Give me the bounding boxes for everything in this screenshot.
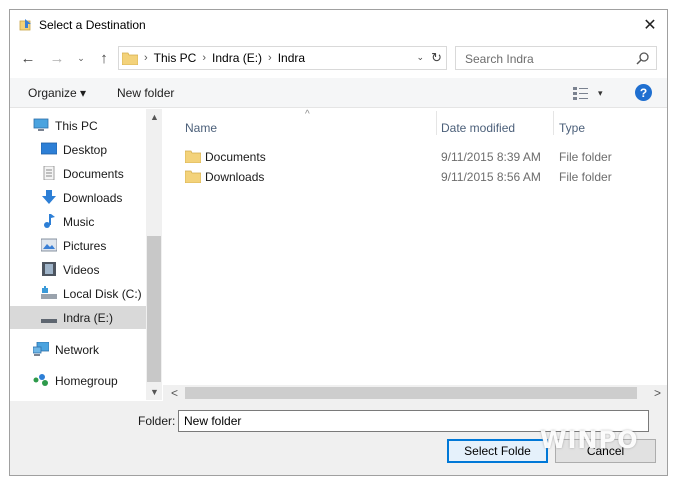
up-button[interactable]: ↑: [94, 45, 114, 71]
videos-icon: [42, 262, 56, 276]
nav-pane-scrollbar[interactable]: ▲ ▼: [146, 109, 162, 400]
recent-locations-button[interactable]: ⌄: [74, 45, 88, 71]
computer-icon: [33, 118, 49, 131]
breadcrumb-separator: ›: [268, 52, 272, 64]
scrollbar-thumb[interactable]: [147, 236, 161, 382]
nav-item-network[interactable]: Network: [10, 338, 146, 361]
file-list-horizontal-scrollbar[interactable]: < >: [163, 385, 667, 401]
file-row-documents[interactable]: Documents 9/11/2015 8:39 AM File folder: [163, 147, 667, 167]
view-options-icon[interactable]: [573, 86, 589, 100]
nav-item-local-disk[interactable]: Local Disk (C:): [10, 282, 146, 305]
drive-icon: [41, 319, 57, 323]
dialog-footer: Folder: Select Folde Cancel: [10, 401, 667, 475]
close-button[interactable]: ✕: [633, 10, 667, 40]
breadcrumb-indra-folder[interactable]: Indra: [278, 51, 305, 65]
nav-item-music[interactable]: Music: [10, 210, 146, 233]
forward-arrow-icon: →: [49, 49, 65, 67]
navigation-pane: This PC Desktop Documents Downloads Musi…: [10, 109, 162, 400]
file-name: Documents: [205, 150, 266, 164]
nav-item-indra-drive[interactable]: Indra (E:): [10, 306, 146, 329]
refresh-icon[interactable]: ↻: [431, 50, 442, 66]
nav-item-label: Videos: [63, 262, 100, 277]
folder-icon: [122, 52, 138, 65]
nav-item-label: Local Disk (C:): [63, 286, 142, 301]
folder-arrow-icon: [19, 19, 31, 31]
column-header-label: Type: [559, 121, 586, 135]
chevron-down-icon: ⌄: [77, 52, 85, 63]
desktop-icon: [41, 142, 57, 155]
breadcrumb-this-pc[interactable]: This PC: [154, 51, 197, 65]
column-header-date[interactable]: Date modified: [437, 109, 553, 137]
folder-icon: [185, 150, 201, 163]
downloads-icon: [42, 190, 56, 204]
cancel-button[interactable]: Cancel: [555, 439, 656, 463]
navigation-row: ← → ⌄ ↑ › This PC › Indra (E:) › Indra ⌄…: [10, 45, 667, 73]
column-header-label: Name: [185, 121, 218, 135]
organize-menu[interactable]: Organize ▾: [28, 86, 86, 100]
file-list: ^ Name Date modified Type Documents 9/11…: [163, 109, 667, 385]
back-button[interactable]: ←: [18, 45, 38, 71]
nav-item-videos[interactable]: Videos: [10, 258, 146, 281]
column-header-name[interactable]: Name: [163, 109, 436, 137]
search-icon[interactable]: [636, 51, 650, 65]
column-header-type[interactable]: Type: [554, 109, 664, 137]
help-icon[interactable]: ?: [635, 84, 652, 101]
scroll-down-arrow-icon[interactable]: ▼: [150, 387, 159, 397]
pictures-icon: [41, 238, 57, 252]
new-folder-button[interactable]: New folder: [117, 86, 174, 100]
file-date: 9/11/2015 8:39 AM: [441, 150, 541, 164]
folder-name-input[interactable]: [178, 410, 649, 432]
file-type: File folder: [559, 170, 612, 184]
nav-item-label: Desktop: [63, 142, 108, 157]
breadcrumb-separator: ›: [202, 52, 207, 64]
scroll-up-arrow-icon[interactable]: ▲: [150, 112, 159, 122]
forward-button[interactable]: →: [47, 45, 67, 71]
breadcrumb-separator: ›: [144, 52, 148, 64]
window-title: Select a Destination: [39, 18, 146, 32]
command-bar: Organize ▾ New folder ▾ ?: [10, 78, 667, 108]
nav-item-desktop[interactable]: Desktop: [10, 138, 146, 161]
search-box[interactable]: Search Indra: [455, 46, 657, 70]
search-placeholder: Search Indra: [465, 52, 534, 66]
nav-item-label: Pictures: [63, 238, 107, 253]
title-bar: Select a Destination ✕: [10, 10, 667, 41]
nav-item-label: Downloads: [63, 190, 123, 205]
file-type: File folder: [559, 150, 612, 164]
nav-item-label: Homegroup: [55, 373, 118, 388]
folder-label: Folder:: [138, 414, 176, 428]
music-icon: [44, 214, 55, 228]
breadcrumb-indra-drive[interactable]: Indra (E:): [212, 51, 262, 65]
nav-item-this-pc[interactable]: This PC: [10, 114, 146, 137]
nav-item-homegroup[interactable]: Homegroup: [10, 369, 146, 392]
nav-item-label: Indra (E:): [63, 310, 114, 325]
homegroup-icon: [33, 374, 48, 386]
local-disk-icon: [41, 286, 57, 299]
scroll-right-arrow-icon[interactable]: >: [654, 386, 661, 400]
nav-item-documents[interactable]: Documents: [10, 162, 146, 185]
file-name: Downloads: [205, 170, 265, 184]
column-header-label: Date modified: [441, 121, 516, 135]
nav-item-downloads[interactable]: Downloads: [10, 186, 146, 209]
nav-item-label: This PC: [55, 118, 98, 133]
scrollbar-thumb[interactable]: [185, 387, 637, 399]
view-dropdown-icon[interactable]: ▾: [598, 88, 603, 99]
network-icon: [33, 342, 49, 356]
nav-item-label: Documents: [63, 166, 124, 181]
address-bar[interactable]: › This PC › Indra (E:) › Indra ⌄ ↻: [118, 46, 447, 70]
file-row-downloads[interactable]: Downloads 9/11/2015 8:56 AM File folder: [163, 167, 667, 187]
select-destination-dialog: Select a Destination ✕ ← → ⌄ ↑ › This PC…: [9, 9, 668, 476]
close-icon: ✕: [643, 17, 657, 34]
back-arrow-icon: ←: [20, 49, 36, 67]
nav-item-label: Network: [55, 342, 100, 357]
documents-icon: [43, 166, 55, 180]
select-folder-button[interactable]: Select Folde: [447, 439, 548, 463]
nav-item-pictures[interactable]: Pictures: [10, 234, 146, 257]
folder-icon: [185, 170, 201, 183]
file-date: 9/11/2015 8:56 AM: [441, 170, 541, 184]
up-arrow-icon: ↑: [100, 49, 108, 67]
nav-item-label: Music: [63, 214, 95, 229]
address-dropdown-icon[interactable]: ⌄: [416, 52, 424, 63]
scroll-left-arrow-icon[interactable]: <: [171, 386, 178, 400]
